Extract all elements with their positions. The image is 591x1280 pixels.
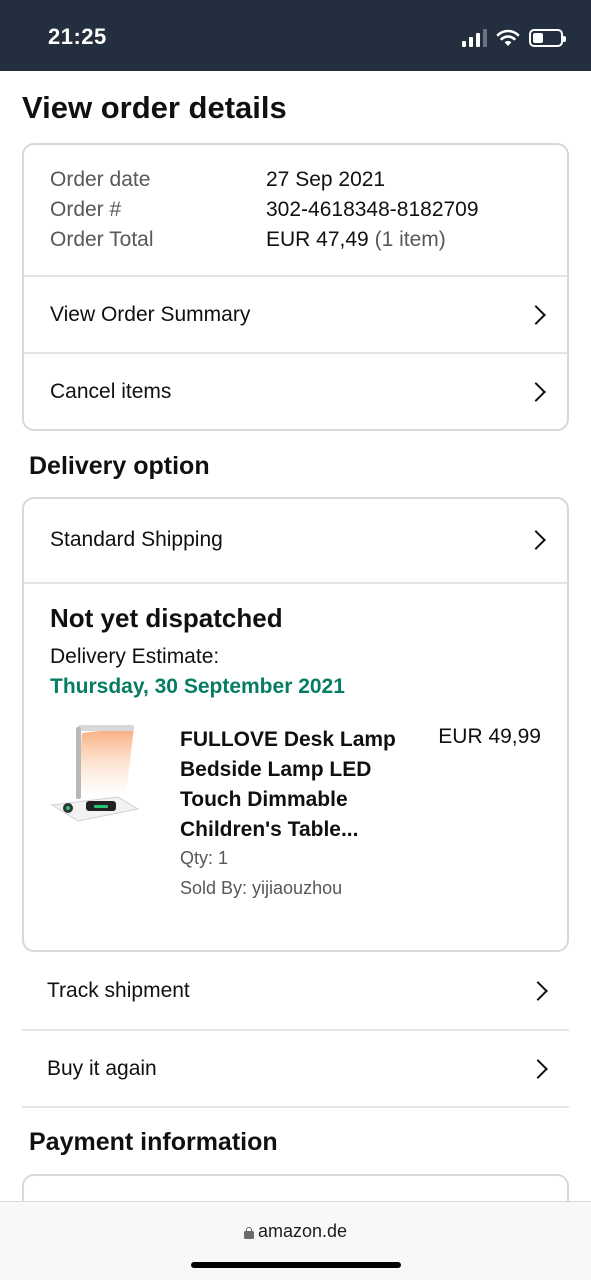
product-title[interactable]: FULLOVE Desk Lamp Bedside Lamp LED Touch… (180, 725, 420, 845)
cellular-signal-icon (462, 29, 487, 47)
lock-icon (243, 1227, 254, 1239)
product-price: EUR 49,99 (438, 725, 541, 748)
delivery-estimate-date: Thursday, 30 September 2021 (50, 675, 345, 698)
order-date-value: 27 Sep 2021 (266, 168, 386, 191)
browser-bar: amazon.de (0, 1201, 591, 1280)
battery-icon (529, 29, 566, 47)
desk-lamp-product-image[interactable] (48, 723, 148, 833)
wifi-icon (496, 29, 520, 46)
payment-section-title: Payment information (29, 1128, 278, 1156)
order-total-label: Order Total (50, 228, 154, 251)
shipping-method-label: Standard Shipping (50, 528, 223, 551)
status-icons (462, 27, 566, 49)
order-number-row: Order # 302-4618348-8182709 (50, 195, 479, 225)
order-summary-card: Order date 27 Sep 2021 Order # 302-46183… (22, 143, 569, 431)
chevron-right-icon (528, 981, 548, 1001)
order-number-value: 302-4618348-8182709 (266, 198, 479, 221)
url-text: amazon.de (257, 1221, 348, 1241)
product-seller: Sold By: yijiaouzhou (180, 878, 343, 898)
view-order-summary-label: View Order Summary (50, 302, 251, 326)
shipment-status: Not yet dispatched (50, 603, 283, 633)
divider (24, 582, 567, 584)
order-total-row: Order Total EUR 47,49 (1 item) (50, 225, 479, 255)
order-info: Order date 27 Sep 2021 Order # 302-46183… (50, 165, 479, 255)
buy-it-again-button[interactable]: Buy it again (22, 1031, 569, 1106)
status-time: 21:25 (48, 24, 107, 49)
product-quantity: Qty: 1 (180, 848, 229, 868)
chevron-right-icon (526, 304, 546, 325)
divider (22, 1106, 569, 1108)
status-bar: 21:25 (0, 0, 591, 71)
order-date-label: Order date (50, 168, 151, 191)
cancel-items-label: Cancel items (50, 379, 172, 403)
chevron-right-icon (528, 1058, 548, 1079)
order-total-value: EUR 47,49 (266, 228, 369, 251)
view-order-summary-button[interactable]: View Order Summary (24, 277, 567, 352)
buy-it-again-label: Buy it again (47, 1056, 157, 1080)
chevron-right-icon (526, 530, 546, 550)
delivery-section-title: Delivery option (29, 452, 210, 480)
order-item-count: (1 item) (374, 228, 446, 251)
order-date-row: Order date 27 Sep 2021 (50, 165, 479, 195)
standard-shipping-button[interactable]: Standard Shipping (24, 499, 567, 581)
order-number-label: Order # (50, 198, 122, 221)
delivery-estimate-label: Delivery Estimate: (50, 645, 220, 668)
page-title: View order details (22, 90, 287, 125)
cancel-items-button[interactable]: Cancel items (24, 354, 567, 429)
address-bar[interactable]: amazon.de (0, 1221, 591, 1242)
track-shipment-label: Track shipment (47, 979, 190, 1002)
delivery-card: Standard Shipping Not yet dispatched Del… (22, 497, 569, 952)
home-indicator[interactable] (191, 1262, 401, 1268)
chevron-right-icon (526, 381, 546, 402)
track-shipment-button[interactable]: Track shipment (22, 953, 569, 1029)
